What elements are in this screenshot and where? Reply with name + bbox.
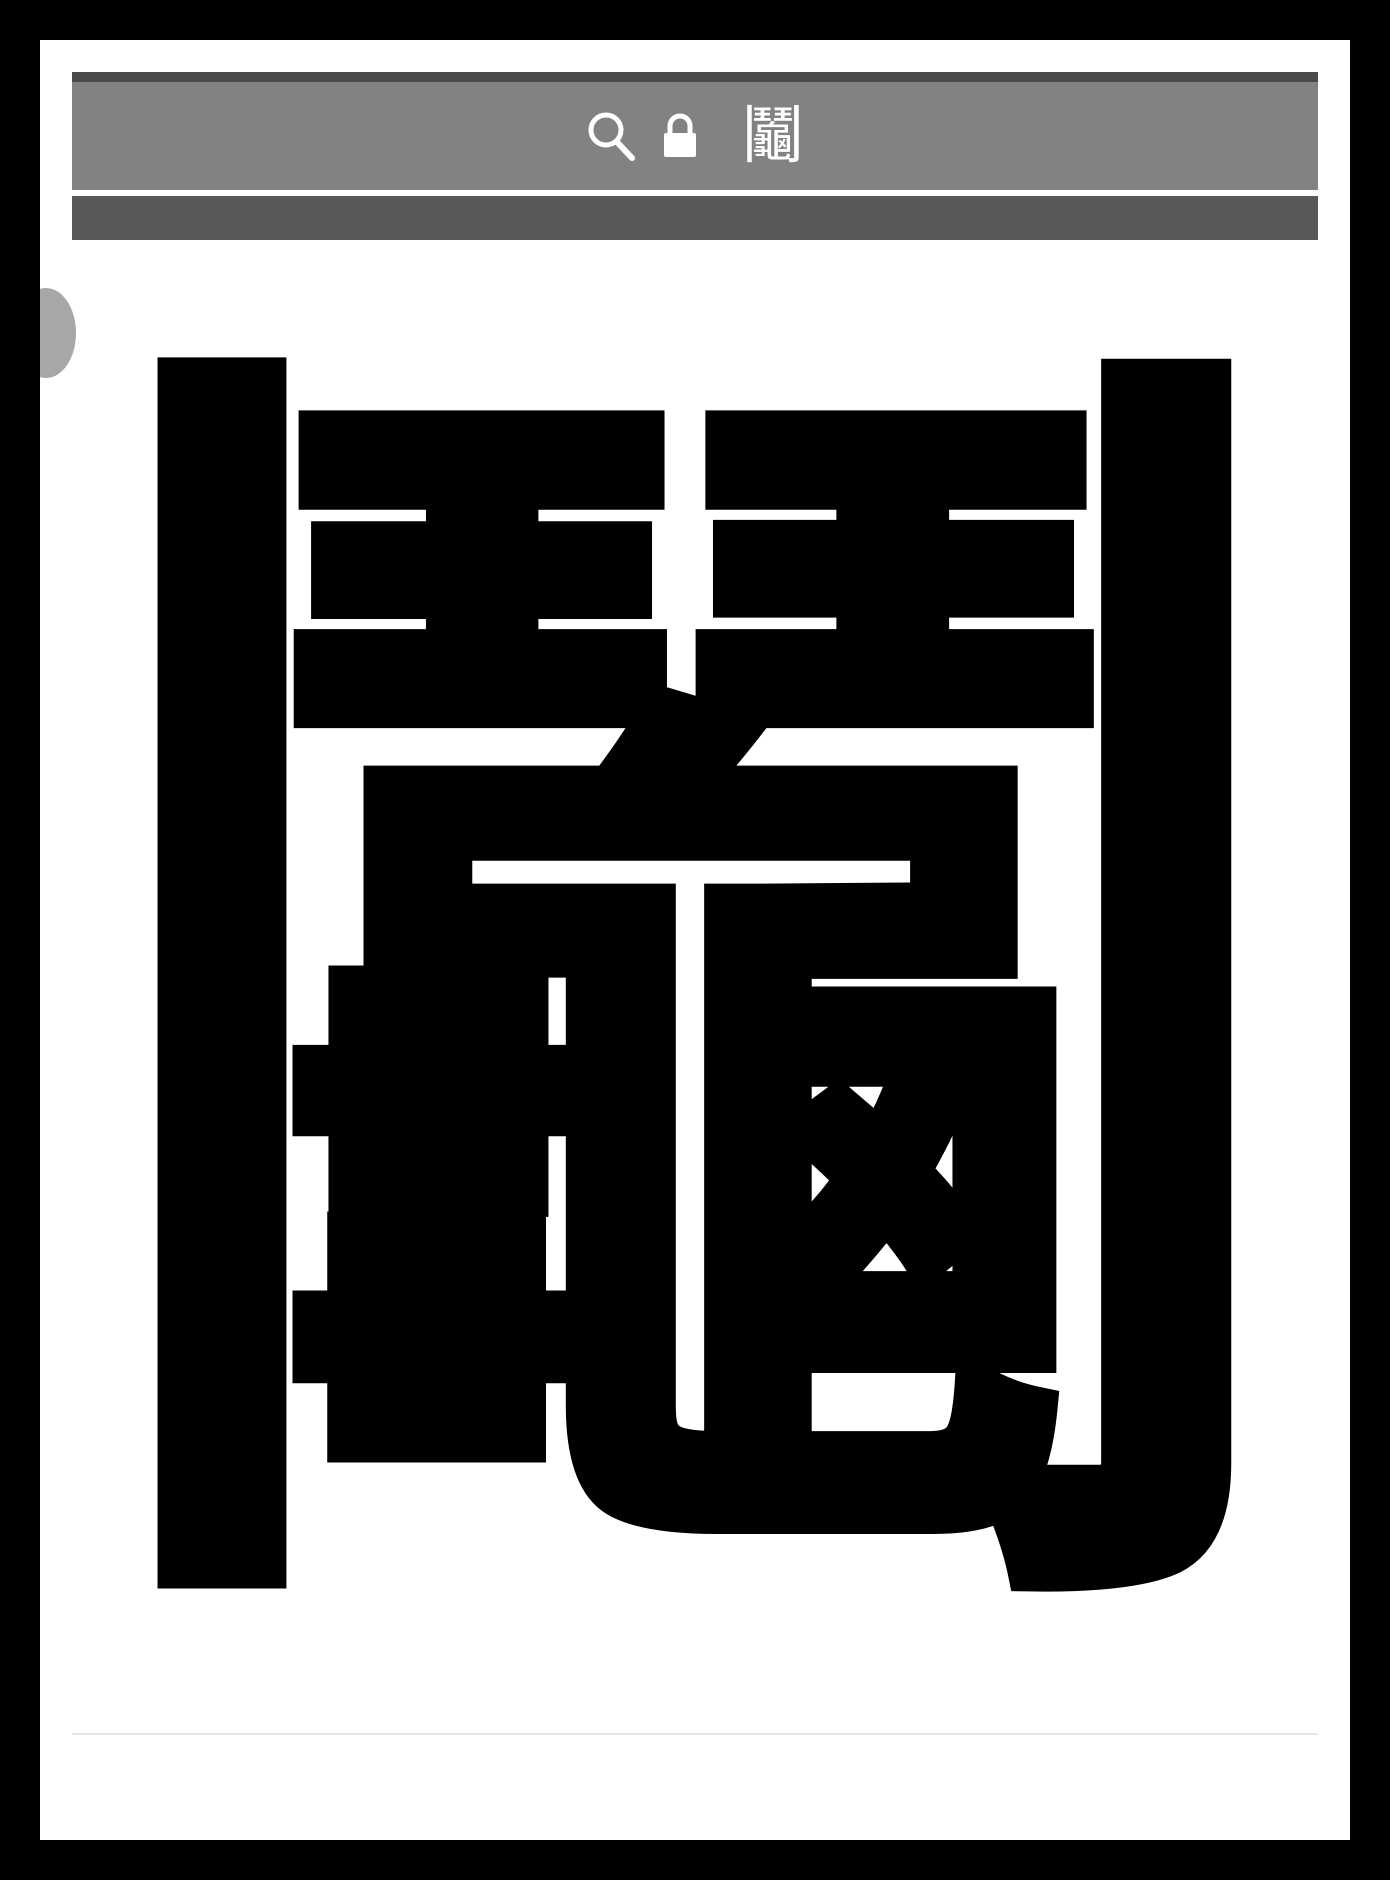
large-character: 鬮 (71, 246, 1319, 1774)
character-display: 鬮 (71, 246, 1319, 1774)
browser-frame: 鬮 鬮 (40, 40, 1350, 1840)
content-divider (72, 1733, 1318, 1735)
lock-icon (662, 113, 698, 159)
page-title: 鬮 (741, 99, 804, 172)
address-bar-content: 鬮 (72, 82, 1318, 190)
search-icon[interactable] (586, 110, 636, 162)
address-bar[interactable]: 鬮 (72, 72, 1318, 190)
toolbar-shadow-bar (72, 196, 1318, 240)
